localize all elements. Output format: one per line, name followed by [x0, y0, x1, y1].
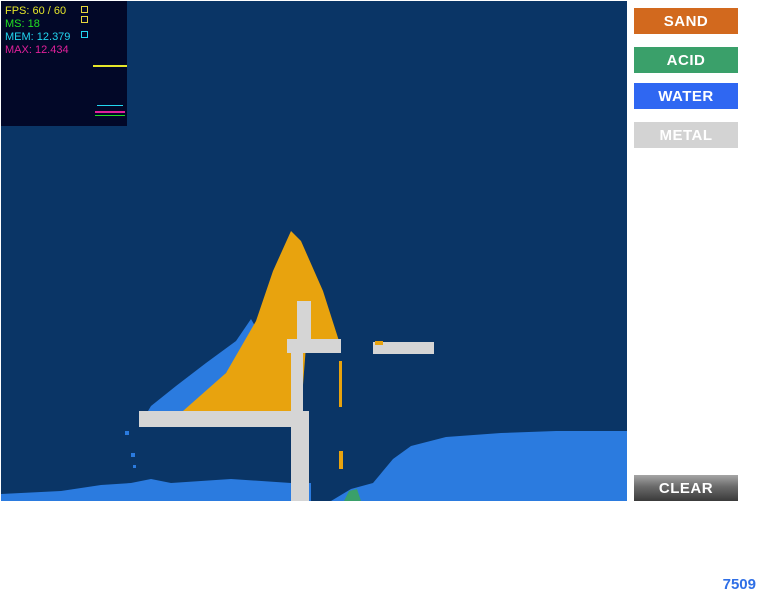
sand-grain-on-bar [375, 341, 383, 345]
mem-readout: MEM: 12.379 [5, 31, 71, 43]
fps-graph-icon [81, 6, 88, 13]
particle-count: 7509 [722, 576, 756, 593]
mem-graph-icon [81, 31, 88, 38]
metal-button[interactable]: METAL [634, 122, 738, 148]
ms-readout: MS: 18 [5, 18, 40, 30]
stats-sparkline [93, 65, 127, 116]
acid-button[interactable]: ACID [634, 47, 738, 73]
sand-button[interactable]: SAND [634, 8, 738, 34]
ms-graph-icon [81, 16, 88, 23]
water-speck [131, 453, 135, 457]
water-button[interactable]: WATER [634, 83, 738, 109]
sand-stream [339, 361, 342, 407]
metal-pillar-lower [291, 411, 309, 501]
water-floor-right [331, 431, 627, 501]
clear-button[interactable]: CLEAR [634, 475, 738, 501]
performance-stats-panel: FPS: 60 / 60 MS: 18 MEM: 12.379 MAX: 12.… [1, 1, 127, 126]
water-speck [125, 431, 129, 435]
fps-readout: FPS: 60 / 60 [5, 5, 67, 17]
water-speck [133, 465, 136, 468]
water-floor-left [1, 479, 311, 501]
metal-arm [287, 339, 341, 353]
metal-platform [139, 411, 304, 427]
max-readout: MAX: 12.434 [5, 44, 69, 56]
sand-stream-low [339, 451, 343, 469]
